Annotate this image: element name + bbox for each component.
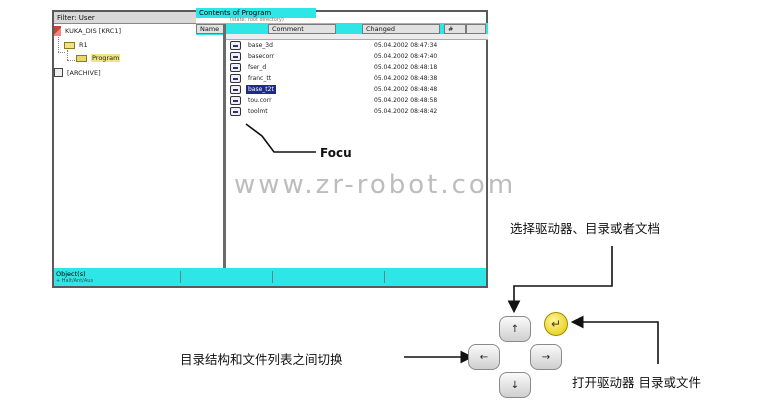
focus-label: Focu xyxy=(320,146,352,160)
keypad-center xyxy=(499,343,531,371)
watermark: www.zr-robot.com xyxy=(234,170,517,200)
select-hint: 选择驱动器、目录或者文档 xyxy=(510,221,661,236)
open-arrow xyxy=(570,315,659,364)
open-hint: 打开驱动器 目录或文件 xyxy=(572,375,701,390)
enter-key[interactable]: ↵ xyxy=(544,312,568,336)
switch-hint: 目录结构和文件列表之间切换 xyxy=(180,352,343,367)
focus-arrow xyxy=(245,123,316,153)
arrow-down-key[interactable]: ↓ xyxy=(499,372,531,398)
arrow-up-key[interactable]: ↑ xyxy=(499,316,531,342)
arrow-left-key[interactable]: ← xyxy=(468,344,500,370)
arrow-right-key[interactable]: → xyxy=(530,344,562,370)
select-arrow xyxy=(507,246,613,314)
annotation-arrows xyxy=(245,123,659,364)
